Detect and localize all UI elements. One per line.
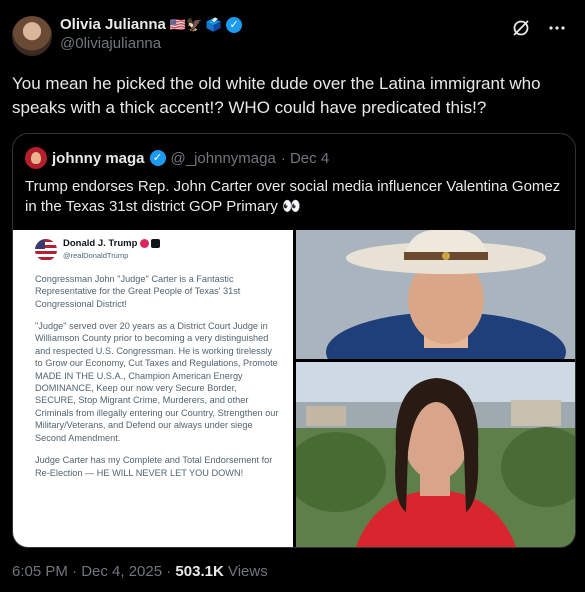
truth-post: Donald J. Trump @realDonaldTrump Congres… — [35, 238, 279, 489]
truth-post-header: Donald J. Trump @realDonaldTrump — [35, 238, 279, 263]
author-emoji: 🇺🇸🦅 🗳️ — [169, 16, 223, 32]
author-name-row: Olivia Julianna 🇺🇸🦅 🗳️ ✓ — [60, 16, 243, 33]
quoted-author-name[interactable]: johnny maga — [52, 150, 145, 167]
truth-paragraph: Judge Carter has my Complete and Total E… — [35, 455, 273, 478]
truth-author-name: Donald J. Trump — [63, 238, 138, 249]
quoted-tweet[interactable]: johnny maga ✓ @_johnnymaga · Dec 4 Trump… — [12, 133, 576, 548]
tweet-header: Olivia Julianna 🇺🇸🦅 🗳️ ✓ @0liviajulianna — [12, 12, 573, 60]
truth-author-row: Donald J. Trump — [63, 238, 161, 250]
tweet-actions-top — [511, 18, 567, 43]
tweet-footer: 6:05 PM · Dec 4, 2025 · 503.1K Views — [12, 563, 268, 580]
photo-valentina-gomez[interactable] — [296, 362, 575, 547]
author-handle[interactable]: @0liviajulianna — [60, 35, 242, 52]
tweet-text: You mean he picked the old white dude ov… — [12, 74, 541, 117]
quoted-avatar[interactable] — [25, 147, 47, 169]
truth-avatar — [35, 239, 57, 262]
quoted-media-grid: Donald J. Trump @realDonaldTrump Congres… — [13, 230, 575, 547]
quoted-tweet-header: johnny maga ✓ @_johnnymaga · Dec 4 — [25, 147, 329, 169]
quoted-date[interactable]: · Dec 4 — [281, 150, 329, 167]
grok-icon[interactable] — [511, 18, 531, 43]
author-name[interactable]: Olivia Julianna — [60, 16, 166, 33]
quoted-verified-badge-icon: ✓ — [149, 150, 166, 166]
truth-social-screenshot[interactable]: Donald J. Trump @realDonaldTrump Congres… — [13, 230, 293, 547]
truth-paragraph: "Judge" served over 20 years as a Distri… — [35, 321, 279, 443]
truth-author-handle: @realDonaldTrump — [63, 251, 129, 261]
truth-badge-icon — [151, 238, 161, 248]
quoted-author-handle[interactable]: @_johnnymaga — [171, 150, 276, 167]
avatar[interactable] — [12, 16, 52, 56]
tweet-timestamp[interactable]: 6:05 PM · Dec 4, 2025 · — [12, 563, 175, 580]
view-count: 503.1K — [175, 563, 224, 580]
truth-paragraph: Congressman John "Judge" Carter is a Fan… — [35, 273, 241, 309]
quoted-tweet-text: Trump endorses Rep. John Carter over soc… — [25, 178, 561, 215]
verified-badge-icon: ✓ — [226, 16, 243, 33]
author-block: Olivia Julianna 🇺🇸🦅 🗳️ ✓ @0liviajulianna — [60, 16, 243, 52]
photo-john-carter[interactable] — [296, 230, 575, 359]
truth-verified-icon — [140, 238, 150, 248]
views-label: Views — [223, 563, 268, 580]
more-icon[interactable] — [547, 18, 567, 43]
